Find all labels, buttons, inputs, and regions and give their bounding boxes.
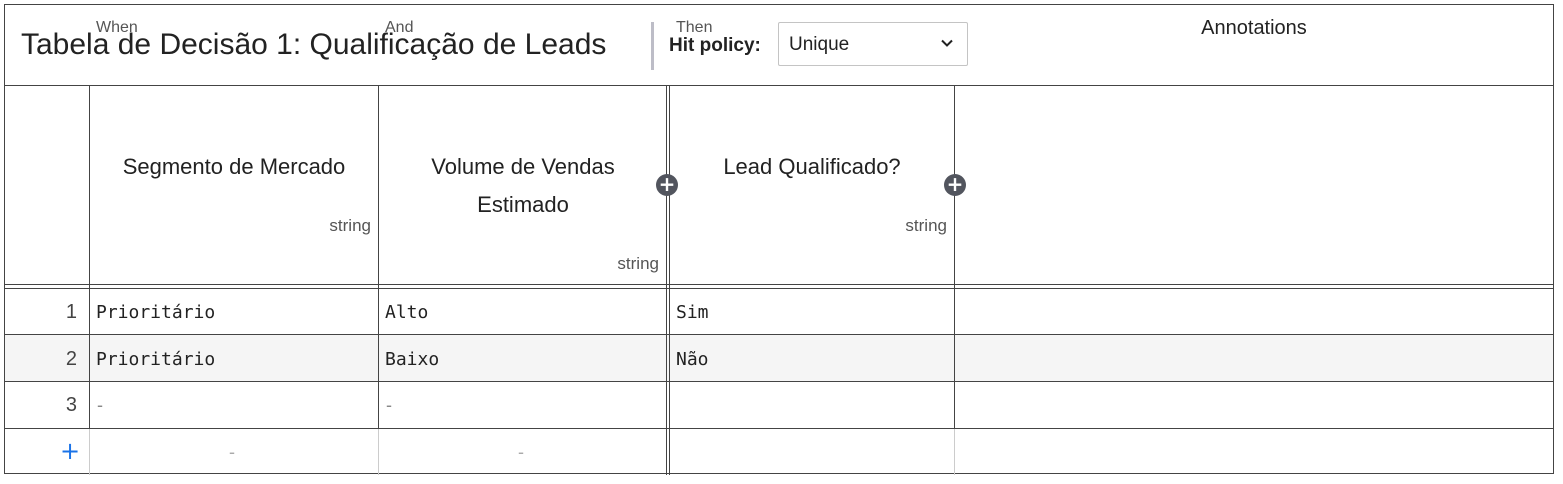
add-row-input-placeholder: - — [518, 442, 524, 462]
column-divider — [954, 428, 955, 475]
row-highlight — [5, 335, 1553, 381]
input-type-ref[interactable]: string — [91, 216, 371, 236]
output-column-lead-qualificado[interactable]: Lead Qualificado? — [671, 148, 953, 186]
row-number: 2 — [65, 348, 77, 370]
decision-table: Tabela de Decisão 1: Qualificação de Lea… — [4, 4, 1554, 475]
rule-3-input-volume[interactable]: - — [386, 395, 392, 416]
row-divider — [5, 381, 1553, 382]
header-body-divider — [5, 288, 1553, 289]
row-divider — [5, 428, 1553, 429]
column-divider — [669, 86, 670, 475]
rule-3-input-segmento[interactable]: - — [97, 395, 103, 416]
add-output-column-button[interactable]: + — [944, 174, 966, 196]
column-divider — [666, 86, 667, 475]
header-body-divider — [5, 284, 1553, 285]
rule-1-output[interactable]: Sim — [676, 302, 709, 323]
hit-policy-value: Unique — [789, 34, 850, 55]
column-divider — [954, 86, 955, 428]
output-clause-label: Then — [676, 19, 713, 36]
row-number: 1 — [65, 301, 77, 323]
column-divider — [89, 428, 90, 475]
hit-policy-dropdown[interactable]: Unique — [778, 22, 968, 66]
rule-2-input-volume[interactable]: Baixo — [385, 349, 439, 370]
input-column-segmento[interactable]: Segmento de Mercado — [91, 148, 377, 186]
annotations-column-header: Annotations — [1201, 17, 1307, 39]
input-clause-label: And — [385, 19, 414, 36]
row-number: 3 — [65, 394, 77, 416]
column-divider — [378, 86, 379, 428]
header-divider — [651, 22, 654, 70]
rule-2-output[interactable]: Não — [676, 349, 709, 370]
row-divider — [5, 334, 1553, 335]
add-row-input-placeholder: - — [229, 442, 235, 462]
column-divider — [89, 86, 90, 428]
add-input-column-button[interactable]: + — [656, 174, 678, 196]
chevron-down-icon — [941, 39, 953, 47]
rule-1-input-volume[interactable]: Alto — [385, 302, 428, 323]
output-type-ref[interactable]: string — [671, 216, 947, 236]
input-clause-label: When — [96, 19, 138, 36]
input-column-name-line1: Volume de Vendas — [431, 154, 615, 179]
rule-2-input-segmento[interactable]: Prioritário — [96, 349, 215, 370]
input-column-name-line2: Estimado — [477, 192, 569, 217]
add-rule-button[interactable]: + — [57, 437, 83, 465]
input-column-volume[interactable]: Volume de Vendas Estimado — [380, 148, 666, 224]
input-type-ref[interactable]: string — [380, 254, 659, 274]
column-divider — [378, 428, 379, 475]
hit-policy-label: Hit policy: — [669, 35, 761, 56]
rule-1-input-segmento[interactable]: Prioritário — [96, 302, 215, 323]
